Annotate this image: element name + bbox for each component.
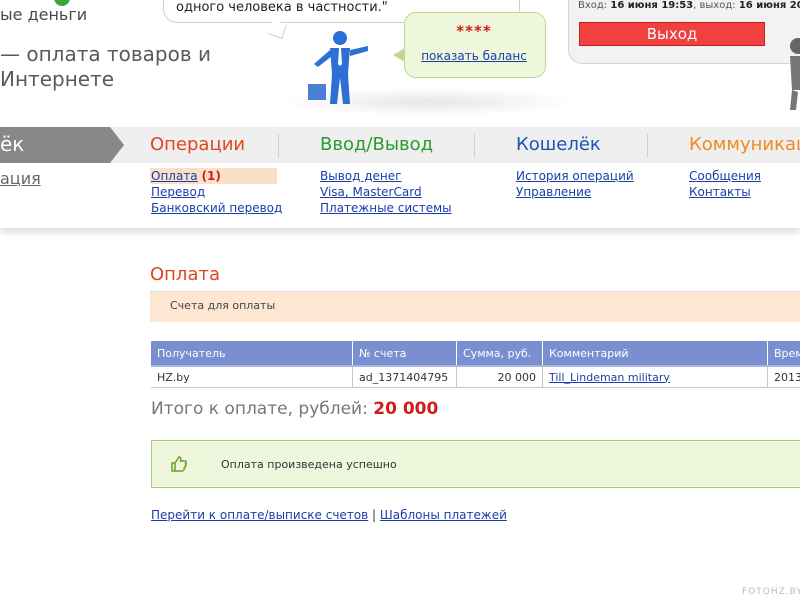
logout-time: 16 июня 20:3 — [738, 0, 800, 11]
col-header-amount: Сумма, руб. — [456, 341, 543, 367]
col-header-recipient: Получатель — [151, 341, 353, 367]
nav-item-transfer[interactable]: Перевод — [151, 185, 205, 199]
current-tab-arrow-icon — [110, 127, 124, 163]
tagline-line-1: — оплата товаров и — [0, 42, 211, 66]
mascot-figure-2-icon — [790, 38, 800, 110]
go-to-payment-link[interactable]: Перейти к оплате/выписке счетов — [151, 508, 368, 522]
nav-item-visa-mastercard[interactable]: Visa, MasterCard — [320, 185, 422, 199]
total-line: Итого к оплате, рублей: 20 000 — [151, 399, 438, 419]
watermark: FOTOHZ.BY — [742, 587, 800, 597]
comment-link[interactable]: Till_Lindeman military — [549, 371, 670, 384]
login-time: 16 июня 19:53 — [610, 0, 694, 11]
nav-title-wallet[interactable]: Кошелёк — [516, 134, 601, 155]
brand-name: ые деньги — [0, 5, 88, 24]
nav-item-bank-transfer[interactable]: Банковский перевод — [151, 201, 282, 215]
quote-text: одного человека в частности." — [176, 0, 388, 15]
success-message-text: Оплата произведена успешно — [221, 458, 397, 471]
invoices-notice-text: Счета для оплаты — [170, 299, 276, 312]
nav-item-management[interactable]: Управление — [516, 185, 591, 199]
total-label: Итого к оплате, рублей: — [151, 399, 368, 419]
nav-item-payment[interactable]: Оплата (1) — [151, 169, 221, 183]
table-header-row: Получатель № счета Сумма, руб. Комментар… — [151, 341, 800, 367]
tagline-line-2: Интернете — [0, 67, 115, 91]
current-section-label: ёк — [0, 132, 25, 156]
page-title: Оплата — [150, 264, 220, 285]
mascot-figure-icon — [308, 31, 368, 104]
logout-button[interactable]: Выход — [579, 22, 765, 46]
link-separator: | — [372, 508, 377, 522]
thumbs-up-icon — [171, 456, 187, 472]
invoices-table: Получатель № счета Сумма, руб. Комментар… — [151, 341, 800, 388]
tagline: — оплата товаров и Интернете — [0, 42, 211, 92]
cell-time: 2013 — [767, 366, 800, 388]
nav-separator — [647, 134, 648, 158]
logout-label: выход: — [699, 0, 736, 11]
session-info: Вход: 16 июня 19:53, выход: 16 июня 20:3 — [578, 0, 800, 11]
cell-recipient: HZ.by — [151, 366, 353, 388]
nav-separator — [278, 134, 279, 158]
nav-item-withdraw[interactable]: Вывод денег — [320, 169, 401, 183]
table-row: HZ.by ad_1371404795 20 000 Till_Lindeman… — [151, 366, 800, 388]
cell-comment: Till_Lindeman military — [542, 366, 768, 388]
cell-amount: 20 000 — [456, 366, 543, 388]
nav-title-communication[interactable]: Коммуникац — [689, 134, 800, 155]
col-header-comment: Комментарий — [542, 341, 768, 367]
nav-item-payment-systems[interactable]: Платежные системы — [320, 201, 452, 215]
total-value: 20 000 — [373, 399, 439, 419]
show-balance-link[interactable]: показать баланс — [404, 49, 544, 63]
current-section-sublink[interactable]: ация — [0, 169, 41, 188]
col-header-invoice-number: № счета — [352, 341, 457, 367]
col-header-time: Врем — [767, 341, 800, 367]
nav-title-operations[interactable]: Операции — [150, 134, 245, 155]
bottom-links: Перейти к оплате/выписке счетов | Шаблон… — [151, 508, 507, 522]
payment-templates-link[interactable]: Шаблоны платежей — [380, 508, 507, 522]
cell-invoice-number: ad_1371404795 — [352, 366, 457, 388]
payment-count-badge: (1) — [201, 169, 221, 183]
balance-hidden-value: **** — [456, 22, 492, 40]
nav-title-io[interactable]: Ввод/Вывод — [320, 134, 433, 155]
nav-separator — [474, 134, 475, 158]
login-label: Вход: — [578, 0, 608, 11]
nav-item-history[interactable]: История операций — [516, 169, 634, 183]
nav-item-messages[interactable]: Сообщения — [689, 169, 761, 183]
nav-item-contacts[interactable]: Контакты — [689, 185, 751, 199]
nav-item-payment-label[interactable]: Оплата — [151, 169, 198, 183]
